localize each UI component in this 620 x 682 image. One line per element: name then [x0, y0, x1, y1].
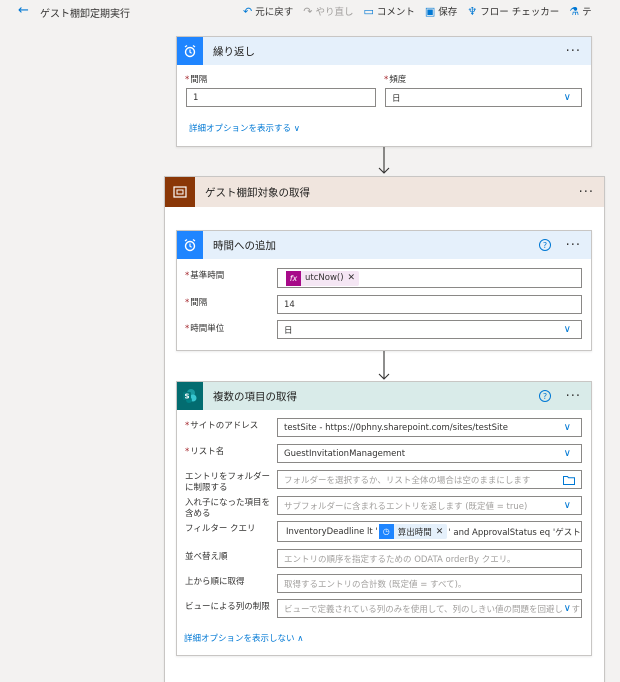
- nested-items-dropdown[interactable]: サブフォルダーに含まれるエントリを返します (既定値 = true) ∨: [277, 496, 582, 515]
- save-button[interactable]: ▣ 保存: [424, 4, 457, 19]
- undo-icon: ↶: [243, 4, 253, 18]
- more-options-icon[interactable]: ···: [566, 44, 581, 59]
- order-by-label: 並べ替え順: [185, 552, 228, 562]
- list-name-label: *リスト名: [185, 447, 225, 457]
- filter-query-input[interactable]: InventoryDeadline lt ' ◷ 算出時間 ✕ ' and Ap…: [277, 521, 582, 542]
- add-to-time-icon-box: [177, 231, 203, 259]
- nested-items-label: 入れ子になった項目を 含める: [185, 498, 271, 519]
- flow-arrow-icon: [378, 351, 390, 380]
- card-title: 繰り返し: [213, 45, 255, 58]
- remove-token-icon[interactable]: ✕: [348, 273, 360, 283]
- chevron-down-icon: ∨: [563, 500, 571, 511]
- add-to-time-header[interactable]: 時間への追加 ? ···: [177, 231, 591, 259]
- frequency-dropdown[interactable]: 日 ∨: [385, 88, 582, 107]
- add-to-time-card: 時間への追加 ? ··· *基準時間 fx utcNow() ✕ *間隔 14 …: [176, 230, 592, 351]
- view-limit-label: ビューによる列の制限: [185, 602, 270, 612]
- interval-input[interactable]: 14: [277, 295, 582, 314]
- fx-icon: fx: [286, 270, 301, 286]
- time-unit-dropdown[interactable]: 日 ∨: [277, 320, 582, 339]
- undo-button[interactable]: ↶ 元に戻す: [243, 4, 293, 19]
- chevron-down-icon: ∨: [563, 448, 571, 459]
- command-bar: ↶ 元に戻す ↷ やり直し ▭ コメント ▣ 保存 ♆ フロー チェッカー ⚗ テ: [243, 4, 602, 19]
- redo-button[interactable]: ↷ やり直し: [303, 4, 353, 19]
- scope-title: ゲスト棚卸対象の取得: [205, 186, 310, 199]
- scope-icon: [173, 186, 187, 198]
- site-address-dropdown[interactable]: testSite - https://0phny.sharepoint.com/…: [277, 418, 582, 437]
- comment-icon: ▭: [363, 4, 374, 18]
- base-time-input[interactable]: fx utcNow() ✕: [277, 268, 582, 288]
- hide-advanced-options-link[interactable]: 詳細オプションを表示しない ∧: [184, 632, 303, 644]
- sharepoint-icon-box: S: [177, 382, 203, 410]
- recurrence-icon-box: [177, 37, 203, 65]
- more-options-icon[interactable]: ···: [566, 389, 581, 404]
- interval-input[interactable]: 1: [186, 88, 376, 107]
- sharepoint-icon: S: [183, 389, 197, 403]
- folder-input[interactable]: フォルダーを選択するか、リスト全体の場合は空のままにします: [277, 470, 582, 489]
- back-arrow-icon[interactable]: ←: [18, 3, 29, 18]
- folder-limit-label: エントリをフォルダー に制限する: [185, 472, 271, 493]
- expression-token[interactable]: fx utcNow() ✕: [286, 270, 360, 286]
- help-icon[interactable]: ?: [539, 239, 551, 251]
- top-count-input[interactable]: 取得するエントリの合計数 (既定値 = すべて)。: [277, 574, 582, 593]
- alarm-clock-icon: [184, 238, 196, 252]
- interval-label: *間隔: [185, 75, 208, 85]
- alarm-clock-icon: ◷: [378, 524, 394, 539]
- more-options-icon[interactable]: ···: [579, 185, 594, 200]
- scope-icon-box: [165, 177, 195, 207]
- interval-label: *間隔: [185, 298, 208, 308]
- comment-button[interactable]: ▭ コメント: [363, 4, 414, 19]
- filter-query-label: フィルター クエリ: [185, 524, 256, 534]
- top-count-label: 上から順に取得: [185, 577, 245, 587]
- order-by-input[interactable]: エントリの順序を指定するための ODATA orderBy クエリ。: [277, 549, 582, 568]
- time-unit-label: *時間単位: [185, 324, 225, 334]
- dynamic-content-token[interactable]: ◷ 算出時間 ✕: [378, 524, 448, 539]
- flask-icon: ⚗: [569, 4, 580, 18]
- recurrence-card: 繰り返し ··· *間隔 1 *頻度 日 ∨ 詳細オプションを表示する ∨: [176, 36, 592, 147]
- test-button[interactable]: ⚗ テ: [569, 4, 591, 19]
- chevron-down-icon: ∨: [563, 92, 571, 103]
- recurrence-header[interactable]: 繰り返し ···: [177, 37, 591, 65]
- flow-arrow-icon: [378, 147, 390, 174]
- chevron-down-icon: ∨: [563, 422, 571, 433]
- folder-icon[interactable]: [563, 475, 575, 485]
- chevron-down-icon: ∨: [561, 603, 571, 614]
- view-limit-dropdown[interactable]: ビューで定義されている列のみを使用して、列のしきい値の問題を回避します ∨: [277, 599, 582, 618]
- svg-text:S: S: [184, 393, 189, 401]
- get-items-card: S 複数の項目の取得 ? ··· *サイトのアドレス testSite - ht…: [176, 381, 592, 656]
- chevron-down-icon: ∨: [563, 324, 571, 335]
- site-address-label: *サイトのアドレス: [185, 421, 259, 431]
- top-bar: ← ゲスト棚卸定期実行 ↶ 元に戻す ↷ やり直し ▭ コメント ▣ 保存 ♆ フロー チ…: [0, 0, 620, 22]
- redo-icon: ↷: [303, 4, 313, 18]
- scope-header[interactable]: ゲスト棚卸対象の取得 ···: [165, 177, 604, 207]
- alarm-clock-icon: [184, 44, 196, 58]
- stethoscope-icon: ♆: [467, 4, 478, 18]
- help-icon[interactable]: ?: [539, 390, 551, 402]
- frequency-label: *頻度: [384, 75, 407, 85]
- remove-token-icon[interactable]: ✕: [436, 527, 448, 537]
- flow-title: ゲスト棚卸定期実行: [40, 9, 130, 20]
- card-title: 複数の項目の取得: [213, 390, 297, 403]
- save-icon: ▣: [424, 4, 436, 18]
- flow-checker-button[interactable]: ♆ フロー チェッカー: [467, 4, 559, 19]
- card-title: 時間への追加: [213, 239, 276, 252]
- list-name-dropdown[interactable]: GuestInvitationManagement ∨: [277, 444, 582, 463]
- base-time-label: *基準時間: [185, 271, 225, 281]
- more-options-icon[interactable]: ···: [566, 238, 581, 253]
- show-advanced-options-link[interactable]: 詳細オプションを表示する ∨: [189, 122, 300, 134]
- get-items-header[interactable]: S 複数の項目の取得 ? ···: [177, 382, 591, 410]
